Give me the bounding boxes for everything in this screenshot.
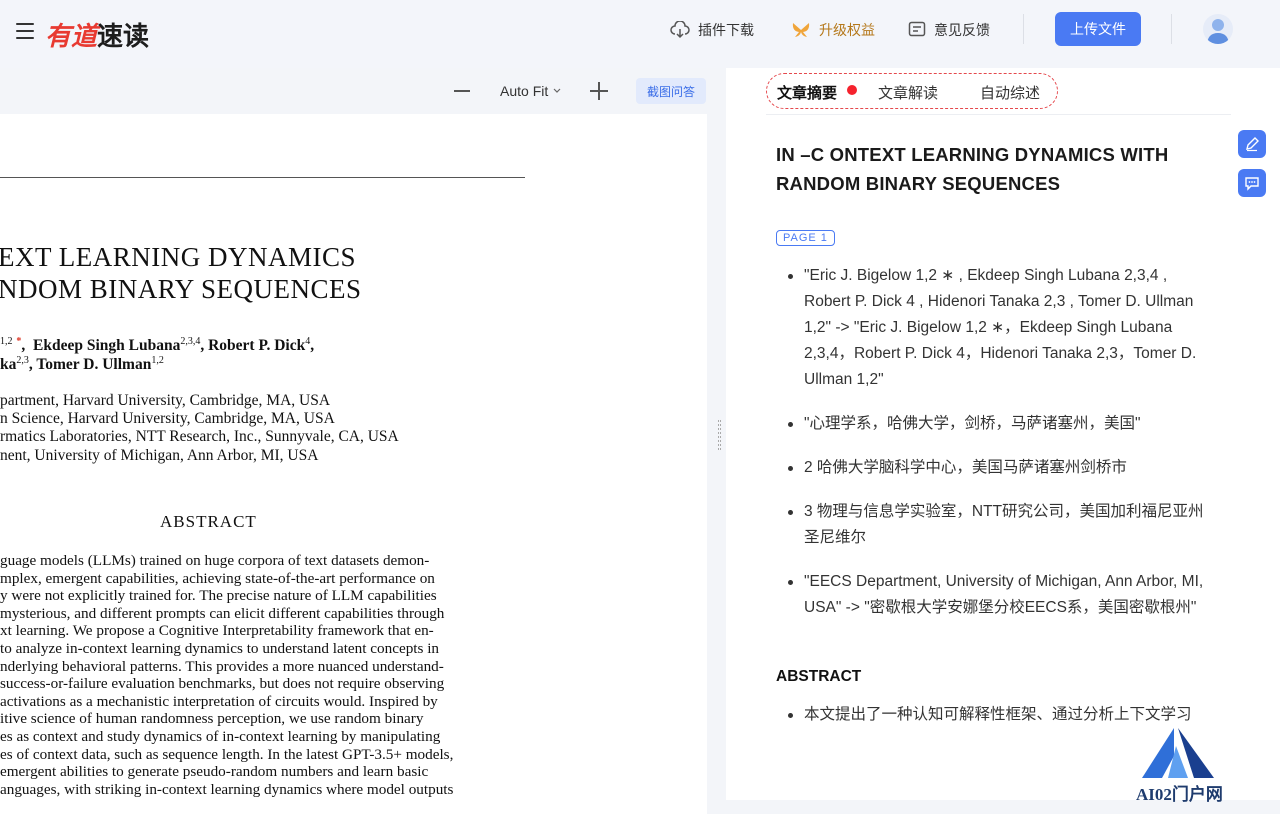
tabs-divider bbox=[766, 114, 1231, 115]
pdf-abstract-line: to analyze in-context learning dynamics … bbox=[0, 640, 440, 657]
author-sup: 1,2 bbox=[0, 336, 13, 347]
edit-note-button[interactable] bbox=[1238, 130, 1266, 158]
pdf-abstract-line: anguages, with striking in-context learn… bbox=[0, 780, 454, 798]
watermark-text: AI02门户网 bbox=[1136, 785, 1223, 804]
cloud-download-icon bbox=[670, 21, 690, 39]
author-name: ka bbox=[0, 356, 17, 374]
watermark: AI02门户网 bbox=[1080, 726, 1280, 804]
top-header: 有道速读 插件下载 升级权益 意见反馈 上传文件 bbox=[0, 0, 1280, 68]
pdf-abstract-line: mplex, emergent capabilities, achieving … bbox=[0, 569, 435, 587]
summary-bullet: "心理学系，哈佛大学，剑桥，马萨诸塞州，美国" bbox=[776, 411, 1216, 437]
pdf-abstract-line: itive science of human randomness percep… bbox=[0, 710, 424, 728]
zoom-select[interactable]: Auto Fit bbox=[500, 83, 562, 99]
upgrade-link[interactable]: 升级权益 bbox=[791, 20, 875, 40]
tab-article-interpretation[interactable]: 文章解读 bbox=[878, 82, 938, 103]
upload-file-button[interactable]: 上传文件 bbox=[1055, 12, 1141, 46]
summary-bullet: "EECS Department, University of Michigan… bbox=[776, 569, 1216, 621]
tab-article-summary[interactable]: 文章摘要 bbox=[777, 82, 837, 103]
summary-tabs: 文章摘要 文章解读 自动综述 bbox=[766, 73, 1058, 109]
app-logo[interactable]: 有道速读 bbox=[45, 16, 149, 53]
chevron-down-icon bbox=[553, 88, 561, 93]
author-sup: 2,3,4 bbox=[180, 336, 201, 347]
summary-pane: 文章摘要 文章解读 自动综述 IN –C ONTEXT LEARNING DYN… bbox=[726, 68, 1280, 800]
watermark-logo-icon bbox=[1142, 728, 1214, 778]
upgrade-label: 升级权益 bbox=[819, 22, 875, 38]
pdf-abstract-line: xt learning. We propose a Cognitive Inte… bbox=[0, 622, 434, 640]
pdf-affiliation: nent, University of Michigan, Ann Arbor,… bbox=[0, 447, 319, 464]
pdf-abstract-line: nderlying behavioral patterns. This prov… bbox=[0, 657, 444, 675]
pdf-author-line-2: ka2,3, Tomer D. Ullman1,2 bbox=[0, 355, 164, 374]
pdf-abstract-line: emergent abilities to generate pseudo-ra… bbox=[0, 763, 429, 781]
pencil-icon bbox=[1246, 137, 1259, 152]
logo-part-2: 速读 bbox=[97, 22, 150, 52]
feedback-link[interactable]: 意见反馈 bbox=[908, 20, 990, 40]
feedback-label: 意见反馈 bbox=[934, 22, 990, 38]
pdf-abstract-line: activations as a mechanistic interpretat… bbox=[0, 692, 438, 710]
feedback-icon bbox=[908, 21, 926, 37]
screenshot-qa-button[interactable]: 截图问答 bbox=[636, 78, 706, 104]
zoom-label: Auto Fit bbox=[500, 83, 549, 99]
logo-part-1: 有道 bbox=[45, 22, 98, 52]
zoom-out-button[interactable] bbox=[454, 90, 470, 92]
author-sup: 4 bbox=[305, 336, 311, 347]
summary-bullet: 2 哈佛大学脑科学中心，美国马萨诸塞州剑桥市 bbox=[776, 455, 1216, 481]
pdf-toolbar: Auto Fit 截图问答 bbox=[0, 68, 720, 114]
pdf-abstract-line: es as context and study dynamics of in-c… bbox=[0, 728, 441, 745]
pdf-title-line-2: NDOM BINARY SEQUENCES bbox=[0, 274, 362, 304]
active-dot-indicator bbox=[847, 85, 857, 95]
author-name: , Tomer D. Ullman bbox=[28, 356, 152, 374]
pdf-affiliation: n Science, Harvard University, Cambridge… bbox=[0, 410, 335, 427]
pdf-abstract-line: success-or-failure evaluation benchmarks… bbox=[0, 675, 445, 693]
chat-bubble-icon bbox=[1245, 177, 1259, 191]
pdf-abstract-heading: ABSTRACT bbox=[160, 512, 257, 531]
zoom-in-button[interactable] bbox=[590, 82, 608, 100]
menu-icon[interactable] bbox=[16, 23, 34, 39]
pdf-abstract-line: y were not explicitly trained for. The p… bbox=[0, 587, 437, 605]
pdf-author-line-1: 1,2 *, Ekdeep Singh Lubana2,3,4, Robert … bbox=[0, 336, 315, 355]
author-sup: 1,2 bbox=[151, 355, 164, 366]
page-badge[interactable]: PAGE 1 bbox=[776, 230, 835, 246]
summary-title: IN –C ONTEXT LEARNING DYNAMICS WITH RAND… bbox=[776, 144, 1169, 194]
user-avatar[interactable] bbox=[1203, 14, 1233, 44]
author-name: Ekdeep Singh Lubana bbox=[33, 337, 181, 355]
author-star: * bbox=[16, 336, 22, 347]
pdf-page: EXT LEARNING DYNAMICS NDOM BINARY SEQUEN… bbox=[0, 114, 707, 814]
summary-abstract-heading: ABSTRACT bbox=[776, 668, 862, 685]
plugin-download-label: 插件下载 bbox=[698, 22, 754, 38]
header-divider bbox=[1023, 14, 1024, 44]
author-name: , Robert P. Dick bbox=[200, 337, 306, 355]
author-sup: 2,3 bbox=[16, 355, 29, 366]
summary-bullet-list: "Eric J. Bigelow 1,2 ∗ , Ekdeep Singh Lu… bbox=[776, 263, 1216, 639]
header-divider bbox=[1171, 14, 1172, 44]
tab-auto-review[interactable]: 自动综述 bbox=[980, 82, 1040, 103]
pdf-abstract-line: guage models (LLMs) trained on huge corp… bbox=[0, 552, 430, 569]
pdf-top-rule bbox=[0, 177, 525, 178]
summary-bullet: 本文提出了一种认知可解释性框架、通过分析上下文学习 bbox=[776, 702, 1216, 728]
summary-bullet: 3 物理与信息学实验室，NTT研究公司，美国加利福尼亚州圣尼维尔 bbox=[776, 499, 1216, 551]
pdf-abstract-line: es of context data, such as sequence len… bbox=[0, 745, 454, 763]
summary-bullet: "Eric J. Bigelow 1,2 ∗ , Ekdeep Singh Lu… bbox=[776, 263, 1216, 393]
pdf-abstract-line: mysterious, and different prompts can el… bbox=[0, 604, 445, 622]
pdf-title-line-1: EXT LEARNING DYNAMICS bbox=[0, 242, 356, 272]
pdf-affiliation: rmatics Laboratories, NTT Research, Inc.… bbox=[0, 428, 399, 445]
pdf-affiliation: partment, Harvard University, Cambridge,… bbox=[0, 392, 331, 409]
plugin-download-link[interactable]: 插件下载 bbox=[670, 20, 754, 40]
butterfly-icon bbox=[792, 23, 810, 37]
pane-splitter-handle[interactable] bbox=[718, 420, 722, 450]
chat-button[interactable] bbox=[1238, 169, 1266, 197]
